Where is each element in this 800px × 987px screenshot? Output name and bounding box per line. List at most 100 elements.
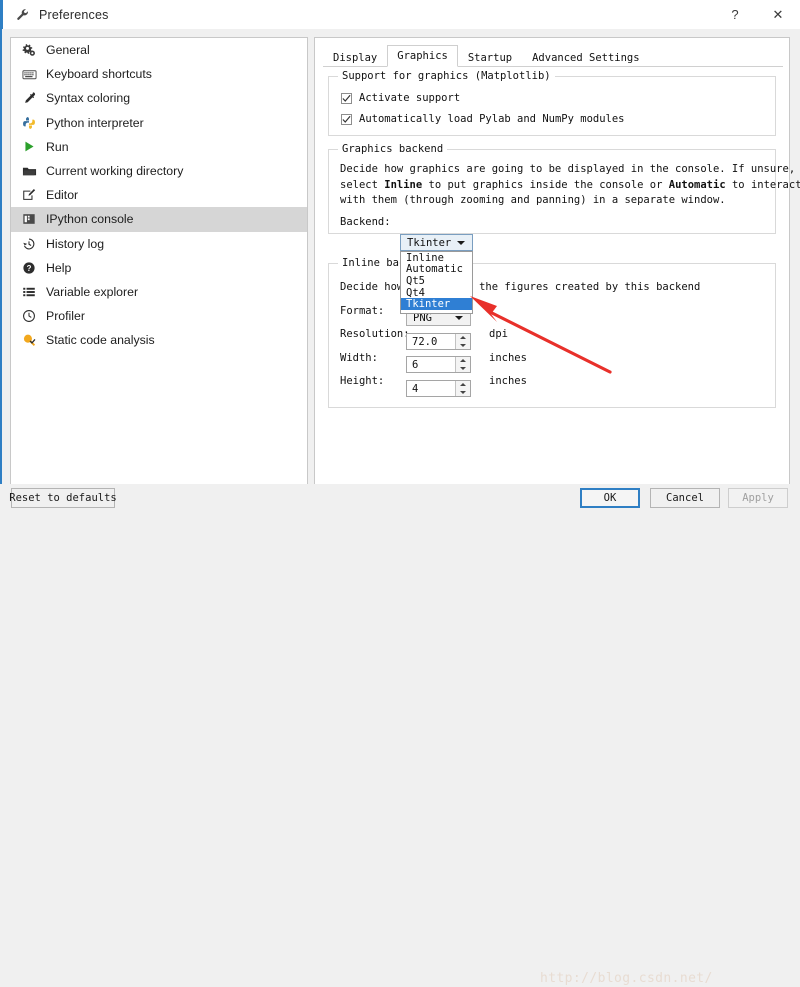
sidebar-item-label: History log xyxy=(46,236,105,251)
tab-display[interactable]: Display xyxy=(323,47,387,67)
sidebar-item-label: Variable explorer xyxy=(46,284,139,299)
sidebar-item-history-log[interactable]: History log xyxy=(11,232,307,256)
resolution-label: Resolution: xyxy=(340,328,410,340)
wrench-icon xyxy=(16,8,30,22)
play-icon xyxy=(21,139,37,155)
tab-advanced-settings[interactable]: Advanced Settings xyxy=(522,47,649,67)
sidebar-item-label: Static code analysis xyxy=(46,333,155,348)
backend-description-line-1: Decide how graphics are going to be disp… xyxy=(340,163,800,175)
height-value: 4 xyxy=(412,382,419,395)
apply-button[interactable]: Apply xyxy=(728,488,788,508)
sidebar-item-profiler[interactable]: Profiler xyxy=(11,304,307,328)
clock-icon xyxy=(21,308,37,324)
sidebar-item-label: IPython console xyxy=(46,212,134,227)
backend-dropdown-list[interactable]: Inline Automatic Qt5 Qt4 Tkinter xyxy=(400,251,473,314)
chevron-down-icon xyxy=(457,240,465,245)
dropdown-option-inline[interactable]: Inline xyxy=(401,252,472,264)
folder-icon xyxy=(21,163,37,179)
eyedropper-icon xyxy=(21,90,37,106)
help-button[interactable]: ? xyxy=(714,0,756,29)
sidebar-item-help[interactable]: ? Help xyxy=(11,256,307,280)
sidebar-item-label: Syntax coloring xyxy=(46,91,131,106)
preferences-category-list[interactable]: General Keyboard shortcuts Syntax colori… xyxy=(10,37,308,487)
ok-button[interactable]: OK xyxy=(580,488,640,508)
autoload-pylab-checkbox[interactable] xyxy=(341,113,352,125)
activate-support-checkbox-row[interactable]: Activate support xyxy=(341,92,460,104)
graphics-backend-group: Graphics backend Decide how graphics are… xyxy=(328,143,800,234)
inline-backend-description: Decide how to display the figures create… xyxy=(340,281,701,293)
width-step-up[interactable] xyxy=(456,357,470,365)
resolution-value: 72.0 xyxy=(412,335,438,348)
resolution-spinbox[interactable]: 72.0 xyxy=(406,333,471,350)
height-stepper[interactable] xyxy=(455,381,470,396)
sidebar-item-label: Profiler xyxy=(46,309,85,324)
sidebar-item-label: Help xyxy=(46,260,72,275)
dropdown-option-qt4[interactable]: Qt4 xyxy=(401,287,472,299)
resolution-stepper[interactable] xyxy=(455,334,470,349)
activate-support-label: Activate support xyxy=(359,92,461,104)
dialog-content: General Keyboard shortcuts Syntax colori… xyxy=(0,29,800,487)
sidebar-item-syntax-coloring[interactable]: Syntax coloring xyxy=(11,86,307,110)
inline-emphasis: Inline xyxy=(384,178,423,191)
magnifier-check-icon xyxy=(21,332,37,348)
reset-to-defaults-button[interactable]: Reset to defaults xyxy=(9,488,117,508)
width-spinbox[interactable]: 6 xyxy=(406,356,471,373)
resolution-step-up[interactable] xyxy=(456,334,470,342)
sidebar-item-label: Python interpreter xyxy=(46,115,144,130)
watermark-text: http://blog.csdn.net/ xyxy=(540,971,713,986)
height-unit: inches xyxy=(489,375,527,387)
height-step-up[interactable] xyxy=(456,381,470,389)
format-label: Format: xyxy=(340,305,385,317)
console-icon xyxy=(21,211,37,227)
settings-tab-bar[interactable]: Display Graphics Startup Advanced Settin… xyxy=(323,45,783,67)
left-accent-bar xyxy=(0,29,2,484)
sidebar-item-run[interactable]: Run xyxy=(11,135,307,159)
width-step-down[interactable] xyxy=(456,365,470,373)
sidebar-item-current-working-directory[interactable]: Current working directory xyxy=(11,159,307,183)
settings-panel: Display Graphics Startup Advanced Settin… xyxy=(314,37,800,487)
sidebar-item-static-code-analysis[interactable]: Static code analysis xyxy=(11,328,307,352)
sidebar-item-ipython-console[interactable]: IPython console xyxy=(11,207,307,232)
activate-support-checkbox[interactable] xyxy=(341,92,352,104)
graphics-backend-group-title: Graphics backend xyxy=(338,143,448,155)
height-label: Height: xyxy=(340,375,385,387)
resolution-step-down[interactable] xyxy=(456,342,470,350)
desc2-part-e: to interact xyxy=(725,178,800,191)
svg-text:?: ? xyxy=(27,264,32,273)
height-step-down[interactable] xyxy=(456,389,470,397)
window-title: Preferences xyxy=(39,7,109,22)
backend-combobox[interactable]: Tkinter xyxy=(400,234,473,251)
gears-icon xyxy=(21,42,37,58)
backend-description-line-3: with them (through zooming and panning) … xyxy=(340,194,726,206)
sidebar-item-general[interactable]: General xyxy=(11,38,307,62)
autoload-pylab-checkbox-row[interactable]: Automatically load Pylab and NumPy modul… xyxy=(341,113,625,125)
keyboard-icon xyxy=(21,66,37,82)
cancel-button[interactable]: Cancel xyxy=(650,488,720,508)
title-accent-bar xyxy=(0,0,3,29)
sidebar-item-python-interpreter[interactable]: Python interpreter xyxy=(11,111,307,135)
dropdown-option-qt5[interactable]: Qt5 xyxy=(401,275,472,287)
sidebar-item-label: General xyxy=(46,43,90,58)
python-icon xyxy=(21,115,37,131)
inline-backend-group: Inline backend Decide how to display the… xyxy=(328,257,776,408)
desc2-part-a: select xyxy=(340,178,385,191)
tab-graphics[interactable]: Graphics xyxy=(387,45,458,67)
dropdown-option-automatic[interactable]: Automatic xyxy=(401,263,472,275)
height-spinbox[interactable]: 4 xyxy=(406,380,471,397)
list-icon xyxy=(21,284,37,300)
sidebar-item-label: Keyboard shortcuts xyxy=(46,67,152,82)
support-group-title: Support for graphics (Matplotlib) xyxy=(338,70,555,82)
sidebar-item-variable-explorer[interactable]: Variable explorer xyxy=(11,280,307,304)
dialog-footer: http://blog.csdn.net/ Reset to defaults … xyxy=(0,484,800,986)
sidebar-item-keyboard-shortcuts[interactable]: Keyboard shortcuts xyxy=(11,62,307,86)
tab-startup[interactable]: Startup xyxy=(458,47,522,67)
desc2-part-c: to put graphics inside the console or xyxy=(422,178,669,191)
history-icon xyxy=(21,236,37,252)
width-stepper[interactable] xyxy=(455,357,470,372)
sidebar-item-label: Run xyxy=(46,139,69,154)
sidebar-item-editor[interactable]: Editor xyxy=(11,183,307,207)
close-button[interactable]: ✕ xyxy=(756,0,800,29)
resolution-unit: dpi xyxy=(489,328,508,340)
width-value: 6 xyxy=(412,358,419,371)
dropdown-option-tkinter[interactable]: Tkinter xyxy=(401,298,472,310)
